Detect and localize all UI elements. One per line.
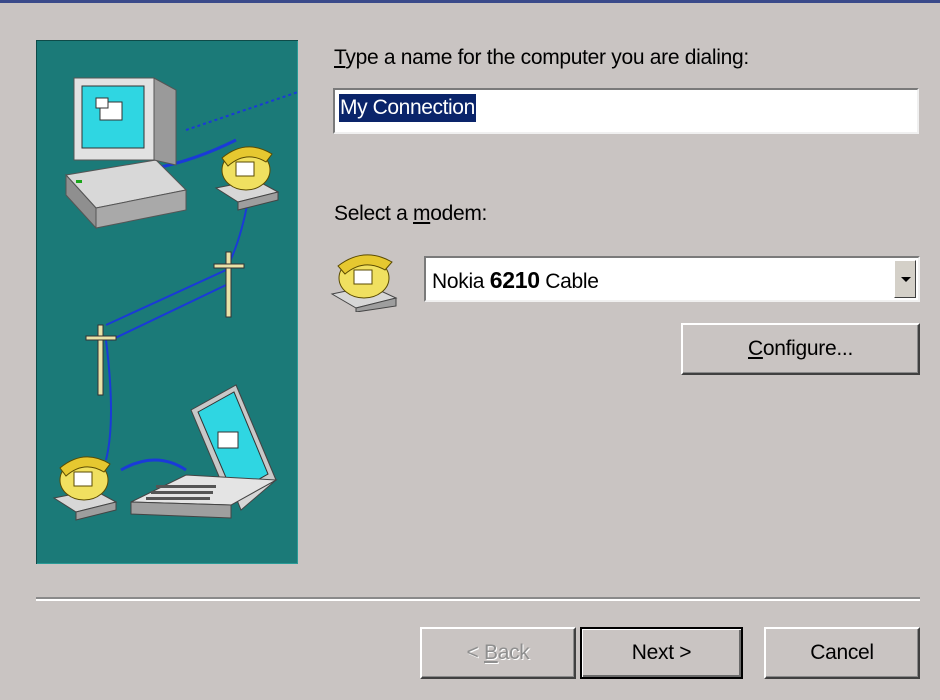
computer-name-input[interactable]: My Connection	[333, 88, 919, 134]
telephone-icon	[214, 146, 280, 211]
computer-name-value: My Connection	[339, 94, 476, 122]
button-label: onfigure...	[762, 337, 853, 360]
label-text: Select a	[334, 202, 414, 225]
computer-icon	[65, 77, 188, 230]
window-top-border	[0, 0, 940, 3]
separator	[36, 597, 920, 601]
label-text: ype a name for the computer you are dial…	[345, 46, 749, 69]
configure-button[interactable]: Configure...	[681, 323, 920, 375]
mnemonic: T	[334, 46, 346, 69]
mnemonic: C	[748, 337, 763, 360]
modem-brand: Nokia	[432, 270, 490, 293]
button-label: <	[466, 641, 484, 664]
label-text: odem:	[430, 202, 488, 225]
modem-select[interactable]: Nokia 6210 Cable	[424, 256, 920, 302]
laptop-icon	[130, 384, 278, 519]
telephone-icon	[52, 456, 118, 521]
back-button[interactable]: < Back	[420, 627, 576, 679]
mnemonic: m	[413, 202, 431, 225]
cancel-button[interactable]: Cancel	[764, 627, 920, 679]
dropdown-arrow-icon[interactable]	[894, 260, 916, 298]
wizard-illustration	[36, 40, 298, 564]
modem-suffix: Cable	[539, 270, 599, 293]
mnemonic: B	[484, 641, 498, 664]
modem-select-value: Nokia 6210 Cable	[432, 267, 599, 294]
button-label: ack	[497, 641, 530, 664]
next-button[interactable]: Next >	[580, 627, 743, 679]
modem-model: 6210	[489, 267, 540, 293]
modem-label: Select a modem:	[334, 202, 487, 226]
computer-name-label: Type a name for the computer you are dia…	[334, 46, 749, 70]
modem-telephone-icon	[330, 250, 410, 313]
